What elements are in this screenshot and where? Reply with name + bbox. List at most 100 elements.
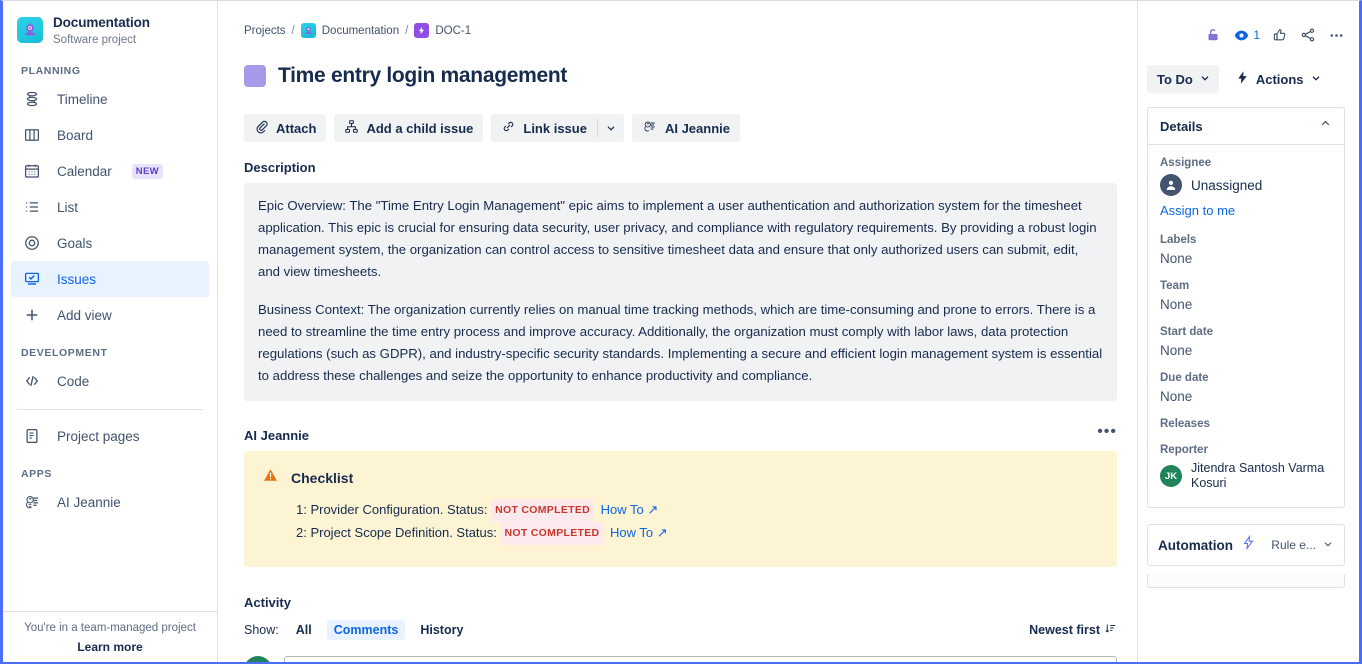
sidebar-item-label: Timeline xyxy=(57,91,108,107)
ai-jeannie-label: AI Jeannie xyxy=(664,120,730,136)
link-issue-split-button: Link issue xyxy=(491,114,624,143)
breadcrumb-separator: / xyxy=(405,24,409,37)
comment-input[interactable] xyxy=(284,656,1117,662)
project-sidebar: Documentation Software project PLANNING … xyxy=(3,1,218,662)
automation-card[interactable]: Automation Rule e... xyxy=(1147,524,1345,566)
details-card-header[interactable]: Details xyxy=(1148,108,1344,145)
sidebar-item-label: Calendar xyxy=(57,163,112,179)
sort-label: Newest first xyxy=(1029,623,1100,638)
link-icon xyxy=(501,119,516,137)
labels-value[interactable]: None xyxy=(1160,251,1332,266)
ai-jeannie-section-header: AI Jeannie ••• xyxy=(244,424,1117,443)
sort-descending-icon xyxy=(1104,622,1117,638)
field-start-date: Start date None xyxy=(1160,326,1332,358)
details-card-body: Assignee Unassigned Assign to me Labels … xyxy=(1148,145,1344,507)
how-to-link[interactable]: How To ↗ xyxy=(610,525,668,540)
avatar: JK xyxy=(244,656,272,662)
activity-tab-all[interactable]: All xyxy=(289,620,319,640)
reporter-label: Reporter xyxy=(1160,444,1208,456)
field-releases: Releases xyxy=(1160,418,1332,430)
sidebar-item-label: List xyxy=(57,199,79,215)
reporter-value-row[interactable]: JK Jitendra Santosh Varma Kosuri xyxy=(1160,461,1332,491)
project-header[interactable]: Documentation Software project xyxy=(3,1,217,51)
link-issue-dropdown-chevron-down-icon[interactable] xyxy=(598,114,624,142)
sidebar-item-add-view[interactable]: Add view xyxy=(11,297,209,333)
page-title: Time entry login management xyxy=(278,64,568,88)
team-managed-note: You're in a team-managed project xyxy=(24,622,196,634)
sidebar-item-timeline[interactable]: Timeline xyxy=(11,81,209,117)
activity-tab-comments[interactable]: Comments xyxy=(326,620,406,641)
how-to-link[interactable]: How To ↗ xyxy=(601,502,659,517)
reporter-value: Jitendra Santosh Varma Kosuri xyxy=(1191,461,1325,490)
learn-more-link[interactable]: Learn more xyxy=(13,640,207,654)
sidebar-item-issues[interactable]: Issues xyxy=(11,261,209,297)
more-actions-icon[interactable] xyxy=(1328,27,1345,44)
link-issue-button[interactable]: Link issue xyxy=(491,114,597,142)
paperclip-icon xyxy=(254,119,269,137)
next-card-stub xyxy=(1147,574,1345,588)
nav-list-apps: AI Jeannie xyxy=(3,484,217,520)
assign-to-me-link[interactable]: Assign to me xyxy=(1160,203,1235,218)
breadcrumb-issue-key[interactable]: DOC-1 xyxy=(435,25,471,37)
timeline-icon xyxy=(21,90,43,108)
nav-section-apps-label: APPS xyxy=(21,468,52,480)
status-dropdown[interactable]: To Do xyxy=(1147,65,1219,93)
sidebar-item-project-pages[interactable]: Project pages xyxy=(11,418,209,454)
breadcrumb: Projects / Documentation / DOC-1 xyxy=(244,23,1117,38)
sidebar-item-board[interactable]: Board xyxy=(11,117,209,153)
avatar xyxy=(1160,174,1182,196)
like-thumb-icon[interactable] xyxy=(1272,27,1288,43)
issue-color-square-icon xyxy=(244,65,266,88)
assignee-value-row[interactable]: Unassigned xyxy=(1160,174,1332,196)
field-due-date: Due date None xyxy=(1160,372,1332,404)
show-label: Show: xyxy=(244,623,279,638)
lock-icon[interactable] xyxy=(1205,27,1221,43)
automation-label: Automation xyxy=(1158,537,1233,553)
sidebar-item-ai-jeannie[interactable]: AI Jeannie xyxy=(11,484,209,520)
add-child-label: Add a child issue xyxy=(366,120,474,136)
issue-main-column: Projects / Documentation / DOC-1 Time en… xyxy=(218,1,1137,662)
due-date-label: Due date xyxy=(1160,372,1209,384)
board-icon xyxy=(21,126,43,144)
panel-divider xyxy=(1137,1,1138,662)
share-icon[interactable] xyxy=(1300,27,1316,43)
pages-icon xyxy=(21,427,43,445)
watch-count: 1 xyxy=(1253,28,1260,42)
breadcrumb-project[interactable]: Documentation xyxy=(322,25,399,37)
ai-jeannie-button[interactable]: AI Jeannie xyxy=(631,114,740,143)
breadcrumb-projects[interactable]: Projects xyxy=(244,25,286,37)
sidebar-item-label: Goals xyxy=(57,235,93,251)
project-name: Documentation xyxy=(53,15,150,30)
attach-button[interactable]: Attach xyxy=(244,114,327,143)
sidebar-item-list[interactable]: List xyxy=(11,189,209,225)
activity-tab-history[interactable]: History xyxy=(413,620,470,640)
due-date-value[interactable]: None xyxy=(1160,389,1332,404)
activity-sort-control[interactable]: Newest first xyxy=(1029,622,1117,638)
new-badge: NEW xyxy=(131,163,163,179)
ai-jeannie-more-actions-icon[interactable]: ••• xyxy=(1097,424,1117,443)
nav-section-development-label: DEVELOPMENT xyxy=(21,347,108,359)
team-value[interactable]: None xyxy=(1160,297,1332,312)
calendar-icon xyxy=(21,162,43,180)
nav-list-development: Code xyxy=(3,363,217,399)
chevron-up-icon[interactable] xyxy=(1319,117,1332,135)
avatar: JK xyxy=(1160,465,1182,487)
sidebar-item-code[interactable]: Code xyxy=(11,363,209,399)
sidebar-item-calendar[interactable]: Calendar NEW xyxy=(11,153,209,189)
project-avatar-icon xyxy=(300,23,316,38)
sidebar-item-goals[interactable]: Goals xyxy=(11,225,209,261)
sidebar-item-label: Board xyxy=(57,127,94,143)
add-child-issue-button[interactable]: Add a child issue xyxy=(334,114,484,143)
assignee-value: Unassigned xyxy=(1191,177,1263,193)
watch-eye-icon[interactable]: 1 xyxy=(1233,27,1260,44)
actions-dropdown[interactable]: Actions xyxy=(1229,65,1328,93)
description-body[interactable]: Epic Overview: The "Time Entry Login Man… xyxy=(244,183,1117,402)
sidebar-footer: You're in a team-managed project Learn m… xyxy=(3,611,217,662)
child-issue-icon xyxy=(344,119,359,137)
automation-rule-dropdown[interactable]: Rule e... xyxy=(1271,538,1334,553)
checklist-item: 2: Project Scope Definition. Status: NOT… xyxy=(262,522,1099,546)
lightning-bolt-icon xyxy=(1241,534,1256,555)
status-value: To Do xyxy=(1157,71,1193,87)
start-date-value[interactable]: None xyxy=(1160,343,1332,358)
description-label: Description xyxy=(244,160,316,176)
